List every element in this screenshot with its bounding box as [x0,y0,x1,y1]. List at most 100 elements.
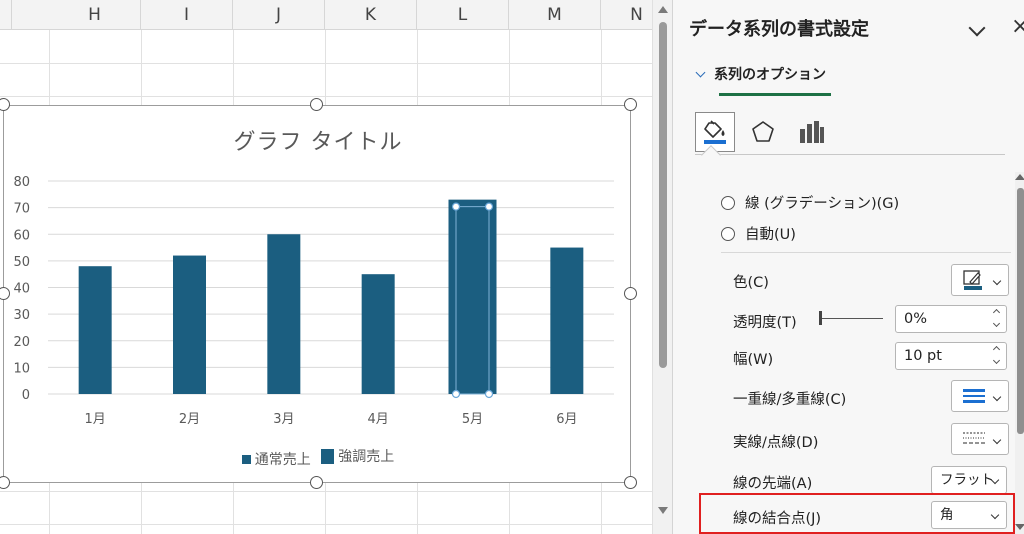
resize-handle-top[interactable] [310,98,323,111]
format-data-series-pane: データ系列の書式設定 × 系列のオプション 線 (グラデーション)(G) [672,0,1024,534]
column-header-k[interactable]: K [325,0,417,30]
column-header-g[interactable]: G [0,0,12,30]
legend-label-emphasis: 強調売上 [338,449,395,465]
bar[interactable] [550,247,584,394]
width-label: 幅(W) [733,352,774,368]
pane-vertical-scrollbar[interactable] [1015,172,1024,534]
x-tick-label: 6月 [556,412,577,427]
width-stepper[interactable]: 10 pt [895,342,1007,370]
bar[interactable] [267,234,301,394]
chart-legend[interactable]: 通常売上 強調売上 [4,446,632,469]
column-header-h[interactable]: H [49,0,141,30]
chart-area[interactable]: グラフ タイトル 0 10 20 30 40 50 60 70 80 1月 2月 3月 4月 5月 6月 通… [3,105,631,483]
chevron-down-icon[interactable] [992,356,1001,365]
resize-handle-top-right[interactable] [624,98,637,111]
resize-handle-bottom[interactable] [310,476,323,489]
scroll-thumb[interactable] [659,22,667,368]
bar[interactable] [173,255,206,394]
x-tick-label: 4月 [368,412,389,427]
tab-effects[interactable] [743,112,783,152]
effects-pentagon-icon [752,121,774,142]
y-tick-label: 60 [13,228,30,243]
scroll-up-arrow-icon[interactable] [1015,174,1024,180]
chevron-down-icon [992,392,1002,402]
grid-line [0,96,652,97]
cap-type-select[interactable]: フラット [931,466,1007,494]
transparency-stepper[interactable]: 0% [895,305,1007,333]
y-tick-label: 80 [13,175,30,190]
radio-auto[interactable]: 自動(U) [721,223,796,244]
legend-item-emphasis[interactable]: 強調売上 [321,446,394,466]
highlight-box [699,493,1015,534]
sheet-vertical-scrollbar[interactable] [652,0,672,534]
pane-separator [695,154,1005,155]
bar[interactable] [361,274,395,394]
selection-handle [484,389,494,399]
tab-fill-line[interactable] [695,112,735,152]
y-tick-label: 0 [22,388,30,403]
pane-scroll-thumb[interactable] [1017,188,1024,434]
color-label: 色(C) [733,275,769,291]
column-header-l[interactable]: L [417,0,509,30]
legend-swatch-emphasis [321,448,335,464]
chevron-up-icon[interactable] [992,308,1001,317]
y-tick-label: 30 [13,308,30,323]
radio-gradient-line[interactable]: 線 (グラデーション)(G) [721,192,899,213]
chevron-down-icon [695,67,706,77]
scroll-up-arrow-icon[interactable] [658,6,668,13]
x-tick-label: 2月 [179,412,200,427]
dash-type-label: 実線/点線(D) [733,435,819,451]
resize-handle-right[interactable] [624,287,637,300]
divider [721,252,1011,253]
chevron-down-icon[interactable] [992,319,1001,328]
bar[interactable] [78,266,112,394]
scroll-down-arrow-icon[interactable] [1015,524,1024,530]
series-options-label: 系列のオプション [714,67,826,83]
grid-line [0,524,652,525]
y-tick-label: 40 [13,282,30,297]
resize-handle-bottom-left[interactable] [0,476,10,489]
pane-title: データ系列の書式設定 [689,19,869,40]
chevron-up-icon[interactable] [992,345,1001,354]
column-header-m[interactable]: M [509,0,601,30]
close-icon[interactable]: × [1011,14,1024,39]
legend-item-normal[interactable]: 通常売上 [241,449,311,469]
spreadsheet[interactable]: G H I J K L M N グラフ タイトル 010203040506070… [0,0,652,534]
y-tick-label: 50 [13,255,30,270]
dash-lines-icon [963,432,985,444]
column-header-i[interactable]: I [141,0,233,30]
compound-type-button[interactable] [951,380,1009,412]
selection-handle [451,389,461,399]
transparency-slider-track[interactable] [821,318,883,319]
cap-type-value: フラット [940,472,994,488]
color-picker-button[interactable] [951,264,1009,296]
series-options-bar-icon [800,121,824,143]
pen-color-icon [963,270,982,290]
spin-arrows[interactable] [992,308,1001,328]
radio-button[interactable] [721,226,735,241]
legend-swatch-normal [241,454,251,464]
scroll-down-arrow-icon[interactable] [658,507,668,514]
chevron-down-icon[interactable] [968,19,986,37]
x-tick-label: 3月 [273,412,294,427]
tab-underline [719,93,831,96]
resize-handle-bottom-right[interactable] [624,476,637,489]
series-options-dropdown[interactable]: 系列のオプション [695,64,826,84]
transparency-label: 透明度(T) [733,315,797,331]
x-tick-label: 5月 [462,412,483,427]
dash-type-button[interactable] [951,423,1009,455]
column-header-n[interactable]: N [601,0,652,30]
chevron-down-icon [992,276,1002,286]
y-tick-label: 10 [13,361,30,376]
column-header-j[interactable]: J [233,0,325,30]
tab-series-options[interactable] [791,112,831,152]
transparency-slider-handle[interactable] [819,311,822,325]
radio-button[interactable] [721,195,735,210]
width-value: 10 pt [904,348,942,364]
spin-arrows[interactable] [992,345,1001,365]
pane-content: 線 (グラデーション)(G) 自動(U) 色(C) 透明度(T) 0% 幅(W) [673,172,1015,534]
chart-plot[interactable]: 0 10 20 30 40 50 60 70 80 1月 2月 3月 4月 5月 6月 [4,106,632,484]
compound-type-label: 一重線/多重線(C) [733,392,847,408]
y-tick-label: 20 [13,335,30,350]
radio-gradient-label: 線 (グラデーション)(G) [745,196,900,212]
